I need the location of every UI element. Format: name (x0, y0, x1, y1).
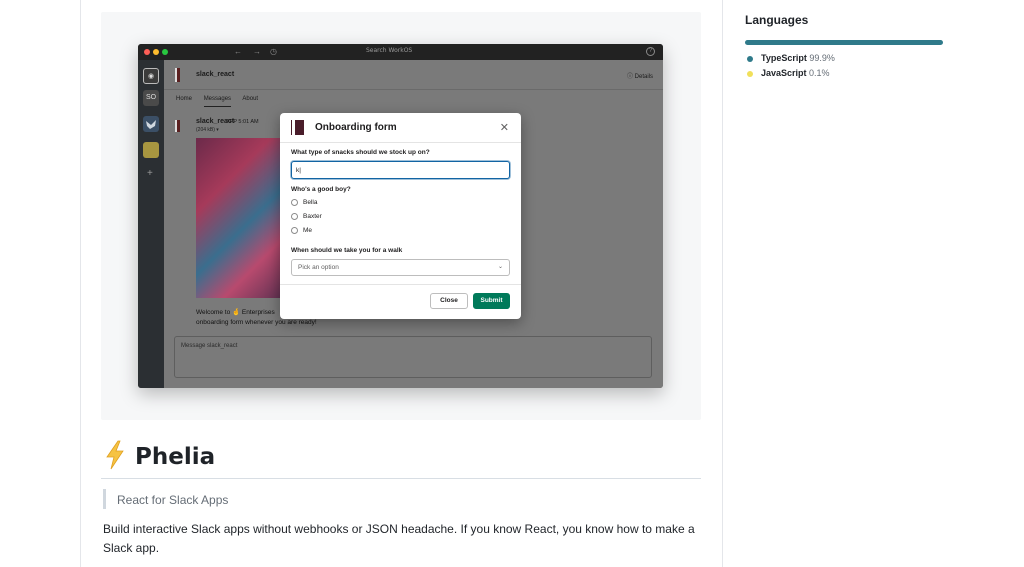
language-item-javascript[interactable]: JavaScript 0.1% (747, 68, 830, 78)
tab-messages: Messages (203, 96, 232, 107)
modal-header: Onboarding form ✕ (280, 113, 521, 143)
close-window-dot (144, 49, 150, 55)
language-name-javascript: JavaScript (761, 68, 807, 78)
good-boy-label: Who's a good boy? (291, 186, 351, 193)
titlebar-search: Search WorkOS (366, 47, 413, 54)
forward-arrow-icon: → (253, 47, 261, 56)
add-workspace-icon: + (147, 168, 153, 179)
title-underline (101, 478, 701, 479)
workspace-so: SO (143, 90, 159, 106)
bird-workspace-icon (143, 116, 159, 132)
typescript-bar-segment (745, 40, 943, 45)
help-icon: ? (646, 47, 655, 56)
details-button: ⓘ Details (626, 74, 653, 80)
message-attachment-size: (204 kB) ▾ (196, 127, 219, 133)
radio-label-me: Me (303, 227, 313, 234)
history-icon: ◷ (270, 47, 277, 56)
maximize-window-dot (162, 49, 168, 55)
modal-footer-divider (280, 284, 521, 285)
message-meta: APP 5:01 AM (226, 119, 259, 125)
workspace-icon: ◉ (143, 68, 159, 84)
back-arrow-icon: ← (234, 47, 242, 56)
language-percent-javascript: 0.1% (809, 68, 830, 78)
radio-label-bella: Bella (303, 199, 318, 206)
minimize-window-dot (153, 49, 159, 55)
close-icon[interactable]: ✕ (500, 121, 509, 134)
language-item-typescript[interactable]: TypeScript 99.9% (747, 53, 835, 63)
composer-placeholder: Message slack_react (181, 343, 238, 349)
readme-description: Build interactive Slack apps without web… (103, 522, 695, 555)
walk-select[interactable]: Pick an option ⌄ (291, 259, 510, 276)
channel-app-icon (175, 68, 180, 82)
languages-heading: Languages (745, 13, 809, 27)
tab-home: Home (176, 96, 193, 102)
message-image (196, 138, 286, 298)
snacks-label: What type of snacks should we stock up o… (291, 149, 430, 156)
channel-name: slack_react (196, 71, 235, 78)
blockquote-bar (103, 489, 106, 509)
channel-header: slack_react ⓘ Details (164, 60, 663, 90)
details-label: Details (634, 74, 653, 80)
radio-label-baxter: Baxter (303, 213, 322, 220)
radio-baxter[interactable] (291, 213, 298, 220)
language-percent-typescript: 99.9% (809, 53, 835, 63)
message-text-line-2: onboarding form whenever you are ready! (196, 319, 317, 326)
snacks-input[interactable]: k| (291, 161, 510, 179)
modal-title: Onboarding form (315, 122, 397, 133)
close-button[interactable]: Close (430, 293, 468, 309)
readme-tagline: React for Slack Apps (117, 493, 229, 507)
submit-button[interactable]: Submit (473, 293, 510, 309)
language-name-typescript: TypeScript (761, 53, 807, 63)
onboarding-modal: Onboarding form ✕ What type of snacks sh… (280, 113, 521, 319)
tab-about: About (242, 96, 259, 102)
chevron-down-icon: ⌄ (497, 264, 503, 270)
window-titlebar: ← → ◷ Search WorkOS ? (138, 44, 663, 60)
radio-bella[interactable] (291, 199, 298, 206)
app-logo-icon (292, 120, 304, 135)
lightning-icon (106, 440, 124, 470)
message-composer: Message slack_react (174, 336, 652, 378)
message-avatar (175, 120, 180, 132)
workspace-sidebar: ◉ SO + (138, 60, 164, 388)
javascript-dot-icon (747, 70, 753, 77)
left-divider (80, 0, 81, 567)
languages-bar (745, 40, 943, 45)
readme-title: Phelia (135, 444, 216, 470)
typescript-dot-icon (747, 55, 753, 62)
yellow-workspace-icon (143, 142, 159, 158)
walk-select-placeholder: Pick an option (298, 264, 339, 271)
radio-me[interactable] (291, 227, 298, 234)
right-divider (722, 0, 723, 567)
walk-label: When should we take you for a walk (291, 247, 403, 254)
channel-tabs: Home Messages About (176, 96, 268, 107)
